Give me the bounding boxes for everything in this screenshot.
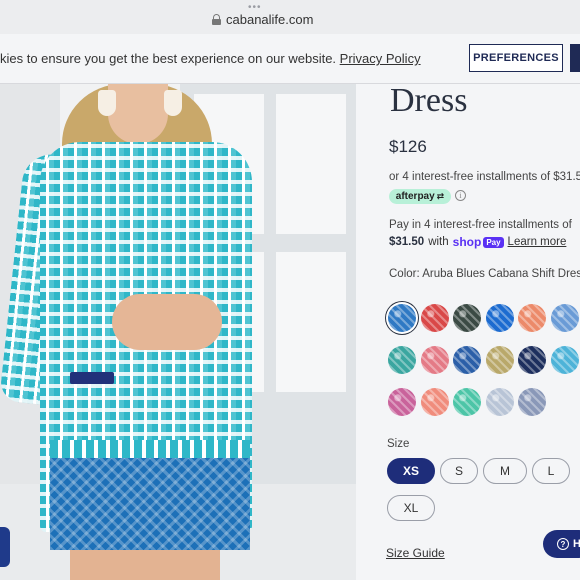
color-swatch[interactable] (420, 388, 449, 416)
lock-icon (212, 14, 221, 25)
url-display[interactable]: cabanalife.com (212, 12, 313, 27)
color-swatch[interactable] (485, 346, 514, 374)
shoppay-with: with (428, 236, 449, 248)
color-swatch[interactable] (518, 388, 546, 416)
size-m-button[interactable]: M (483, 458, 527, 484)
color-swatch[interactable] (485, 304, 514, 332)
help-label: H (573, 538, 580, 550)
product-image[interactable] (0, 84, 356, 580)
afterpay-label: afterpay (395, 191, 435, 202)
shoppay-line: $31.50 with shop Pay Learn more (389, 235, 566, 249)
color-swatch[interactable] (550, 346, 579, 374)
earring-left (98, 90, 116, 116)
afterpay-installments-text: or 4 interest-free installments of $31.5 (389, 171, 580, 183)
color-swatch[interactable] (388, 346, 416, 374)
color-label: Color: Aruba Blues Cabana Shift Dress (389, 268, 580, 280)
dress-trim (50, 440, 250, 458)
size-xs-button[interactable]: XS (387, 458, 435, 484)
cookie-text: kies to ensure you get the best experien… (0, 51, 421, 66)
shop-pay-logo: shop Pay (453, 235, 504, 249)
product-title: Dress (390, 82, 468, 119)
afterpay-badge[interactable]: afterpay ⇄ (389, 189, 451, 204)
url-text: cabanalife.com (226, 12, 314, 27)
cookie-message: kies to ensure you get the best experien… (0, 51, 340, 66)
color-swatch[interactable] (388, 388, 416, 416)
info-icon[interactable]: i (455, 190, 466, 201)
size-xl-button[interactable]: XL (387, 495, 435, 521)
color-swatch[interactable] (485, 388, 514, 416)
pay-chip: Pay (483, 236, 504, 248)
color-swatch[interactable] (453, 346, 481, 374)
dress-hem-band (50, 458, 250, 550)
dress-pocket (70, 372, 114, 384)
color-swatch[interactable] (550, 304, 579, 332)
afterpay-arrows-icon: ⇄ (436, 191, 445, 201)
color-swatch[interactable] (388, 304, 416, 332)
learn-more-link[interactable]: Learn more (508, 236, 567, 248)
color-swatch[interactable] (453, 304, 481, 332)
help-button[interactable]: ? H (543, 530, 580, 558)
size-l-button[interactable]: L (532, 458, 570, 484)
color-swatch[interactable] (518, 304, 546, 332)
color-swatch[interactable] (453, 388, 481, 416)
question-icon: ? (557, 538, 569, 550)
model-neck (108, 84, 168, 144)
size-s-button[interactable]: S (440, 458, 478, 484)
color-swatch[interactable] (420, 346, 449, 374)
accessibility-button[interactable] (0, 527, 10, 567)
color-swatch[interactable] (518, 346, 546, 374)
product-price: $126 (389, 137, 427, 156)
size-label: Size (387, 438, 410, 450)
shop-logo-text: shop (452, 235, 482, 249)
preferences-button[interactable]: PREFERENCES (469, 44, 563, 72)
shoppay-text: Pay in 4 interest-free installments of (389, 219, 572, 231)
shoppay-amount: $31.50 (389, 236, 425, 248)
earring-right (164, 90, 182, 116)
model-legs (70, 550, 220, 580)
accept-cookies-button[interactable] (570, 44, 580, 72)
model-hands (112, 294, 222, 350)
size-guide-link[interactable]: Size Guide (386, 546, 445, 560)
privacy-policy-link[interactable]: Privacy Policy (340, 51, 421, 66)
color-swatch[interactable] (420, 304, 449, 332)
browser-url-bar[interactable]: ••• cabanalife.com (0, 0, 580, 34)
